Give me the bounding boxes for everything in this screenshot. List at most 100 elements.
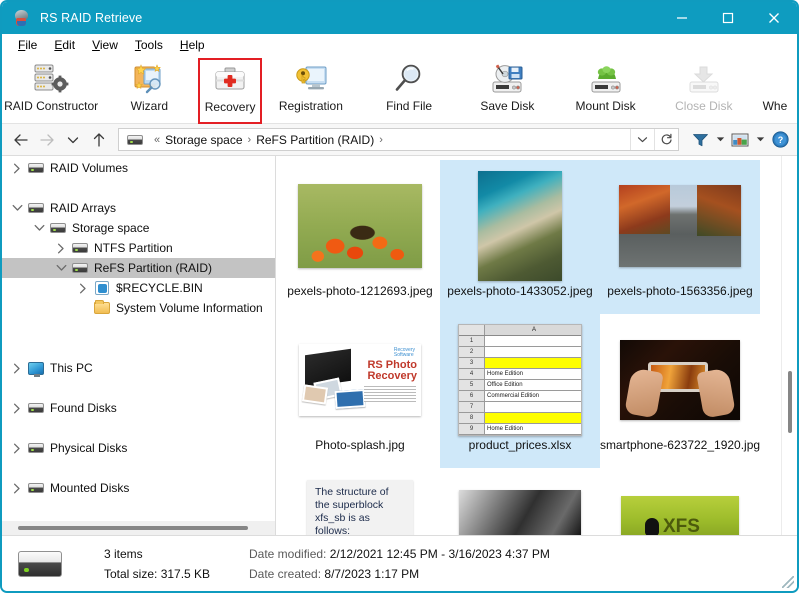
tree-item-storage-space[interactable]: Storage space xyxy=(2,218,275,238)
application-window: RS RAID Retrieve FFileile Edit View Tool… xyxy=(0,0,799,593)
file-item[interactable]: smartphone-623722_1920.jpg xyxy=(600,314,760,468)
path-dropdown-button[interactable] xyxy=(630,129,654,150)
file-item[interactable]: A 1 2 3 4 Home Edition 5 Office Edition 6C… xyxy=(440,314,600,468)
back-button[interactable] xyxy=(8,127,34,153)
toolbar-button-save-disk[interactable]: Save Disk xyxy=(458,58,556,120)
window-resize-grip[interactable] xyxy=(782,576,794,588)
close-button[interactable] xyxy=(751,2,797,34)
file-name: Photo-splash.jpg xyxy=(315,438,405,452)
file-item[interactable]: XFS xyxy=(600,468,760,535)
toolbar-button-find-file[interactable]: Find File xyxy=(360,58,458,120)
folder-icon xyxy=(92,300,112,314)
chevron-right-icon[interactable] xyxy=(8,363,26,374)
row-number: 8 xyxy=(459,413,485,423)
minimize-button[interactable] xyxy=(659,2,705,34)
tree-item-mounted-disks[interactable]: Mounted Disks xyxy=(2,478,275,498)
chevron-right-icon[interactable] xyxy=(74,283,92,294)
refresh-button[interactable] xyxy=(654,129,678,150)
breadcrumb-item-storage-space[interactable]: Storage space xyxy=(165,133,242,147)
up-button[interactable] xyxy=(86,127,112,153)
chevron-right-icon[interactable] xyxy=(8,403,26,414)
tree-item-this-pc[interactable]: This PC xyxy=(2,358,275,378)
breadcrumb-separator-2[interactable]: › xyxy=(374,134,388,146)
filter-button[interactable] xyxy=(689,128,711,152)
disk-icon xyxy=(26,403,46,413)
file-item[interactable]: pexels-photo-1212693.jpeg xyxy=(280,160,440,314)
tree-item-recycle-bin[interactable]: $RECYCLE.BIN xyxy=(2,278,275,298)
menu-item-edit[interactable]: Edit xyxy=(46,36,84,54)
row-value xyxy=(485,347,581,357)
maximize-button[interactable] xyxy=(705,2,751,34)
toolbar-button-mount-disk[interactable]: Mount Disk xyxy=(556,58,654,120)
address-bar: « Storage space › ReFS Partition (RAID) … xyxy=(2,124,797,156)
view-mode-dropdown-caret-icon[interactable] xyxy=(753,128,767,152)
row-number: 4 xyxy=(459,369,485,379)
toolbar-button-where[interactable]: Whe xyxy=(753,58,797,120)
file-item[interactable]: pexels-photo-1433052.jpeg xyxy=(440,160,600,314)
view-mode-button[interactable] xyxy=(729,128,751,152)
forward-button[interactable] xyxy=(34,127,60,153)
status-date-modified: Date modified: 2/12/2021 12:45 PM - 3/16… xyxy=(249,547,550,561)
sidebar-scrollbar-thumb[interactable] xyxy=(18,526,248,530)
tree-item-raid-volumes[interactable]: RAID Volumes xyxy=(2,158,275,178)
chevron-down-icon[interactable] xyxy=(8,204,26,212)
toolbar-label-find-file: Find File xyxy=(386,99,433,113)
xfs-banner-thumbnail: XFS xyxy=(621,496,739,535)
file-item[interactable] xyxy=(440,468,600,535)
recent-locations-button[interactable] xyxy=(60,127,86,153)
chevron-down-icon[interactable] xyxy=(30,224,48,232)
toolbar-button-wizard[interactable]: Wizard xyxy=(100,58,198,120)
menu-item-view[interactable]: View xyxy=(84,36,127,54)
toolbar-button-raid-constructor[interactable]: RAID Constructor xyxy=(2,58,100,120)
address-bar-tools: ? xyxy=(689,128,791,152)
breadcrumb-item-refs-partition[interactable]: ReFS Partition (RAID) xyxy=(256,133,374,147)
window-controls xyxy=(659,2,797,34)
recovery-first-aid-kit-icon xyxy=(213,63,247,97)
date-modified-label: Date modified: xyxy=(249,546,327,561)
menu-item-help[interactable]: Help xyxy=(172,36,214,54)
toolbar-button-recovery[interactable]: Recovery xyxy=(198,58,262,124)
chevron-right-icon[interactable] xyxy=(8,483,26,494)
toolbar-label-raid-constructor: RAID Constructor xyxy=(4,99,99,113)
help-button[interactable]: ? xyxy=(769,128,791,152)
tree-item-refs-partition-raid[interactable]: ReFS Partition (RAID) xyxy=(2,258,275,278)
file-name: pexels-photo-1563356.jpeg xyxy=(607,284,753,298)
breadcrumb-drive-icon xyxy=(127,134,143,145)
tree-label-system-volume-information: System Volume Information xyxy=(116,301,263,315)
tree-item-physical-disks[interactable]: Physical Disks xyxy=(2,438,275,458)
file-item[interactable]: pexels-photo-1563356.jpeg xyxy=(600,160,760,314)
spreadsheet-column-header: A xyxy=(531,327,536,333)
chevron-right-icon[interactable] xyxy=(8,163,26,174)
chevron-right-icon[interactable] xyxy=(52,243,70,254)
chevron-down-icon[interactable] xyxy=(52,264,70,272)
sidebar-horizontal-scrollbar[interactable] xyxy=(2,521,275,535)
filter-dropdown-caret-icon[interactable] xyxy=(713,128,727,152)
file-grid: pexels-photo-1212693.jpeg pexels-photo-1… xyxy=(276,156,776,535)
file-item[interactable]: The structure of the superblock xfs_sb i… xyxy=(280,468,440,535)
content-scrollbar-thumb[interactable] xyxy=(788,371,792,433)
chevron-right-icon[interactable] xyxy=(8,443,26,454)
content-vertical-scrollbar[interactable] xyxy=(781,156,797,535)
toolbar-label-mount-disk: Mount Disk xyxy=(575,99,636,113)
file-item[interactable]: Recovery Software RS Photo Recovery Photo… xyxy=(280,314,440,468)
row-value: Commercial Edition xyxy=(487,393,540,399)
butterfly-photo-thumbnail xyxy=(298,184,422,268)
tree-item-found-disks[interactable]: Found Disks xyxy=(2,398,275,418)
path-breadcrumb-bar[interactable]: « Storage space › ReFS Partition (RAID) … xyxy=(118,128,679,151)
tree-item-raid-arrays[interactable]: RAID Arrays xyxy=(2,198,275,218)
tree-item-ntfs-partition[interactable]: NTFS Partition xyxy=(2,238,275,258)
breadcrumb-separator-1: › xyxy=(247,133,252,146)
toolbar-button-registration[interactable]: Registration xyxy=(262,58,360,120)
tree-item-system-volume-information[interactable]: System Volume Information xyxy=(2,298,275,318)
file-name: product_prices.xlsx xyxy=(468,438,572,452)
file-thumbnail: Recovery Software RS Photo Recovery xyxy=(285,324,435,436)
menu-item-file[interactable]: FFileile xyxy=(10,36,46,54)
disk-icon xyxy=(26,483,46,493)
status-date-created: Date created: 8/7/2023 1:17 PM xyxy=(249,567,550,581)
app-icon xyxy=(13,9,31,27)
window-title: RS RAID Retrieve xyxy=(40,11,143,25)
menu-item-tools[interactable]: Tools xyxy=(127,36,172,54)
disk-icon xyxy=(26,163,46,173)
row-number: 1 xyxy=(459,336,485,346)
